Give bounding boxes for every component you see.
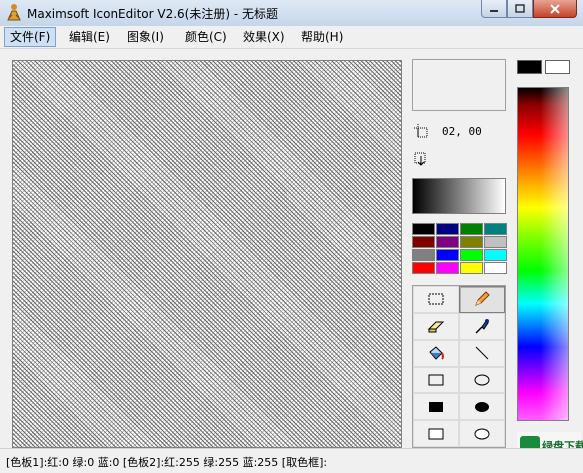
background-color[interactable] xyxy=(545,60,570,74)
color-spectrum[interactable] xyxy=(517,87,569,421)
app-icon xyxy=(7,4,21,21)
palette-swatch[interactable] xyxy=(484,249,507,261)
fill-tool[interactable] xyxy=(413,339,459,367)
palette-swatch[interactable] xyxy=(436,223,459,235)
cursor-coordinates: 02, 00 xyxy=(442,125,482,138)
palette-swatch[interactable] xyxy=(412,223,435,235)
status-bar: [色板1]:红:0 绿:0 蓝:0 [色板2]:红:255 绿:255 蓝:25… xyxy=(0,448,583,473)
rect-filled-icon xyxy=(429,401,443,412)
palette-swatch[interactable] xyxy=(412,236,435,248)
maximize-icon xyxy=(515,4,525,13)
window-title: Maximsoft IconEditor V2.6(未注册) - 无标题 xyxy=(27,7,278,21)
menu-color[interactable]: 颜色(C) xyxy=(180,28,232,46)
menu-bar: 文件(F) 编辑(E) 图象(I) 颜色(C) 效果(X) 帮助(H) xyxy=(0,26,583,49)
line-icon xyxy=(475,346,489,360)
cursor-position: 02, 00 xyxy=(412,122,506,142)
rect-outline-icon xyxy=(428,374,444,386)
filled-ellipse-tool[interactable] xyxy=(459,393,505,421)
bucket-icon xyxy=(429,346,444,360)
palette-swatch[interactable] xyxy=(460,236,483,248)
dropper-icon xyxy=(475,319,489,334)
crosshair-icon xyxy=(414,124,428,138)
palette-swatch[interactable] xyxy=(412,262,435,274)
rect-tool[interactable] xyxy=(413,366,459,394)
color-picker-tool[interactable] xyxy=(459,312,505,340)
gradient-preview[interactable] xyxy=(412,178,506,214)
line-tool[interactable] xyxy=(459,339,505,367)
tool-box xyxy=(412,285,506,448)
palette-swatch[interactable] xyxy=(436,262,459,274)
pencil-tool[interactable] xyxy=(459,286,505,313)
maximize-button[interactable] xyxy=(507,0,533,18)
ellipse-outline-icon xyxy=(474,374,490,386)
palette-swatch[interactable] xyxy=(484,223,507,235)
ellipse-framed-icon xyxy=(474,428,490,440)
selection-size xyxy=(412,150,506,170)
menu-edit[interactable]: 编辑(E) xyxy=(64,28,115,46)
palette-swatch[interactable] xyxy=(436,236,459,248)
framed-rect-tool[interactable] xyxy=(413,420,459,447)
selection-size-icon xyxy=(414,152,426,166)
status-text: [色板1]:红:0 绿:0 蓝:0 [色板2]:红:255 绿:255 蓝:25… xyxy=(6,456,328,469)
palette-swatch[interactable] xyxy=(436,249,459,261)
close-button[interactable] xyxy=(533,0,577,18)
dashed-rect-icon xyxy=(428,293,444,305)
palette-swatch[interactable] xyxy=(412,249,435,261)
rect-select-tool[interactable] xyxy=(413,286,459,313)
eraser-icon xyxy=(427,321,445,333)
ellipse-filled-icon xyxy=(475,401,489,412)
menu-image[interactable]: 图象(I) xyxy=(122,28,169,46)
palette-swatch[interactable] xyxy=(460,223,483,235)
palette-swatch[interactable] xyxy=(460,249,483,261)
color-palette xyxy=(412,223,507,274)
framed-ellipse-tool[interactable] xyxy=(459,420,505,447)
ellipse-tool[interactable] xyxy=(459,366,505,394)
menu-effects[interactable]: 效果(X) xyxy=(238,28,290,46)
icon-preview xyxy=(412,59,506,111)
palette-swatch[interactable] xyxy=(484,262,507,274)
title-bar: Maximsoft IconEditor V2.6(未注册) - 无标题 xyxy=(0,0,583,27)
palette-swatch[interactable] xyxy=(460,262,483,274)
pixel-canvas[interactable] xyxy=(12,60,402,448)
filled-rect-tool[interactable] xyxy=(413,393,459,421)
minimize-button[interactable] xyxy=(481,0,507,18)
window-controls xyxy=(481,0,577,18)
rect-framed-icon xyxy=(428,428,444,440)
minimize-icon xyxy=(490,9,498,12)
menu-file[interactable]: 文件(F) xyxy=(4,27,57,47)
menu-help[interactable]: 帮助(H) xyxy=(296,28,348,46)
palette-swatch[interactable] xyxy=(484,236,507,248)
eraser-tool[interactable] xyxy=(413,312,459,340)
pencil-icon xyxy=(475,291,490,307)
close-icon xyxy=(550,3,560,14)
foreground-color[interactable] xyxy=(517,60,542,74)
